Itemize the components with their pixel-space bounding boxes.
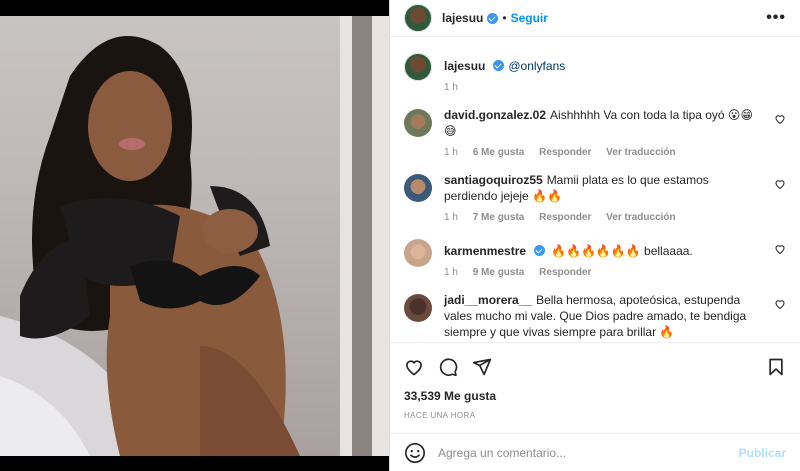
caption-time[interactable]: 1 h [444,82,458,93]
comment-time[interactable]: 1 h [444,212,458,223]
bookmark-icon[interactable] [766,357,786,377]
comment-username[interactable]: jadi__morera__ [444,293,532,307]
comment-username[interactable]: karmenmestre [444,244,526,258]
like-comment-heart-icon[interactable] [774,298,786,310]
like-comment-heart-icon[interactable] [774,113,786,125]
reply-button[interactable]: Responder [539,147,591,158]
comment-likes[interactable]: 6 Me gusta [473,147,525,158]
action-bar [404,351,786,383]
comment-avatar[interactable] [404,294,432,322]
emoji-icon[interactable] [404,442,426,464]
comment-username[interactable]: david.gonzalez.02 [444,108,546,122]
comments-list[interactable]: lajesuu @onlyfans 1 h david.gonzalez.02 Ai… [390,45,800,342]
comment-meta: 1 h 7 Me gusta Responder Ver traducción [444,212,764,223]
reply-button[interactable]: Responder [539,267,591,278]
verified-badge-icon [487,12,499,24]
comment-time[interactable]: 1 h [444,267,458,278]
comment-avatar[interactable] [404,239,432,267]
comment-time[interactable]: 1 h [444,147,458,158]
caption-mention[interactable]: @onlyfans [508,59,565,73]
post-modal: lajesuu • Seguir ••• lajesuu @onlyfans 1 … [0,0,800,471]
caption: lajesuu @onlyfans 1 h [404,51,786,93]
post-photo[interactable] [0,16,389,456]
reply-button[interactable]: Responder [539,212,591,223]
post-actions: 33,539 Me gusta HACE UNA HORA [390,342,800,432]
comment-likes[interactable]: 7 Me gusta [473,212,525,223]
verified-badge-icon [534,245,546,256]
post-header: lajesuu • Seguir ••• [390,0,800,37]
like-heart-icon[interactable] [404,357,424,377]
comment-avatar[interactable] [404,174,432,202]
caption-avatar[interactable] [404,53,432,81]
post-details-panel: lajesuu • Seguir ••• lajesuu @onlyfans 1 … [389,0,800,471]
comment-item: david.gonzalez.02 Aishhhhh Va con toda la… [404,107,786,158]
verified-badge-icon [493,60,505,71]
comment-text: 🔥🔥🔥🔥🔥🔥 bellaaaa. [551,244,693,258]
add-comment-input[interactable] [438,445,739,460]
caption-username[interactable]: lajesuu [444,59,485,73]
comment-item: jadi__morera__ Bella hermosa, apoteósica,… [404,292,786,340]
comment-likes[interactable]: 9 Me gusta [473,267,525,278]
comment-meta: 1 h 9 Me gusta Responder [444,267,764,278]
comment-item: karmenmestre 🔥🔥🔥🔥🔥🔥 bellaaaa. 1 h 9 Me gu… [404,237,786,278]
comment-bubble-icon[interactable] [438,357,458,377]
comment-composer: Publicar [390,433,800,471]
comment-avatar[interactable] [404,109,432,137]
separator-dot: • [502,11,507,25]
comment-item: santiagoquiroz55 Mamii plata es lo que es… [404,172,786,223]
comment-meta: 1 h 6 Me gusta Responder Ver traducción [444,147,764,158]
publish-button[interactable]: Publicar [739,446,786,460]
comment-username[interactable]: santiagoquiroz55 [444,173,543,187]
like-comment-heart-icon[interactable] [774,178,786,190]
post-photo-area [0,0,389,471]
translate-button[interactable]: Ver traducción [606,147,675,158]
likes-count[interactable]: 33,539 Me gusta [404,389,786,403]
author-username[interactable]: lajesuu [442,11,483,25]
author-avatar[interactable] [404,4,432,32]
caption-meta: 1 h [444,82,764,93]
photo-illustration [0,16,389,456]
translate-button[interactable]: Ver traducción [606,212,675,223]
post-timestamp[interactable]: HACE UNA HORA [404,411,786,420]
more-options-icon[interactable]: ••• [766,9,786,27]
like-comment-heart-icon[interactable] [774,243,786,255]
follow-button[interactable]: Seguir [511,11,548,25]
share-paper-plane-icon[interactable] [472,357,492,377]
